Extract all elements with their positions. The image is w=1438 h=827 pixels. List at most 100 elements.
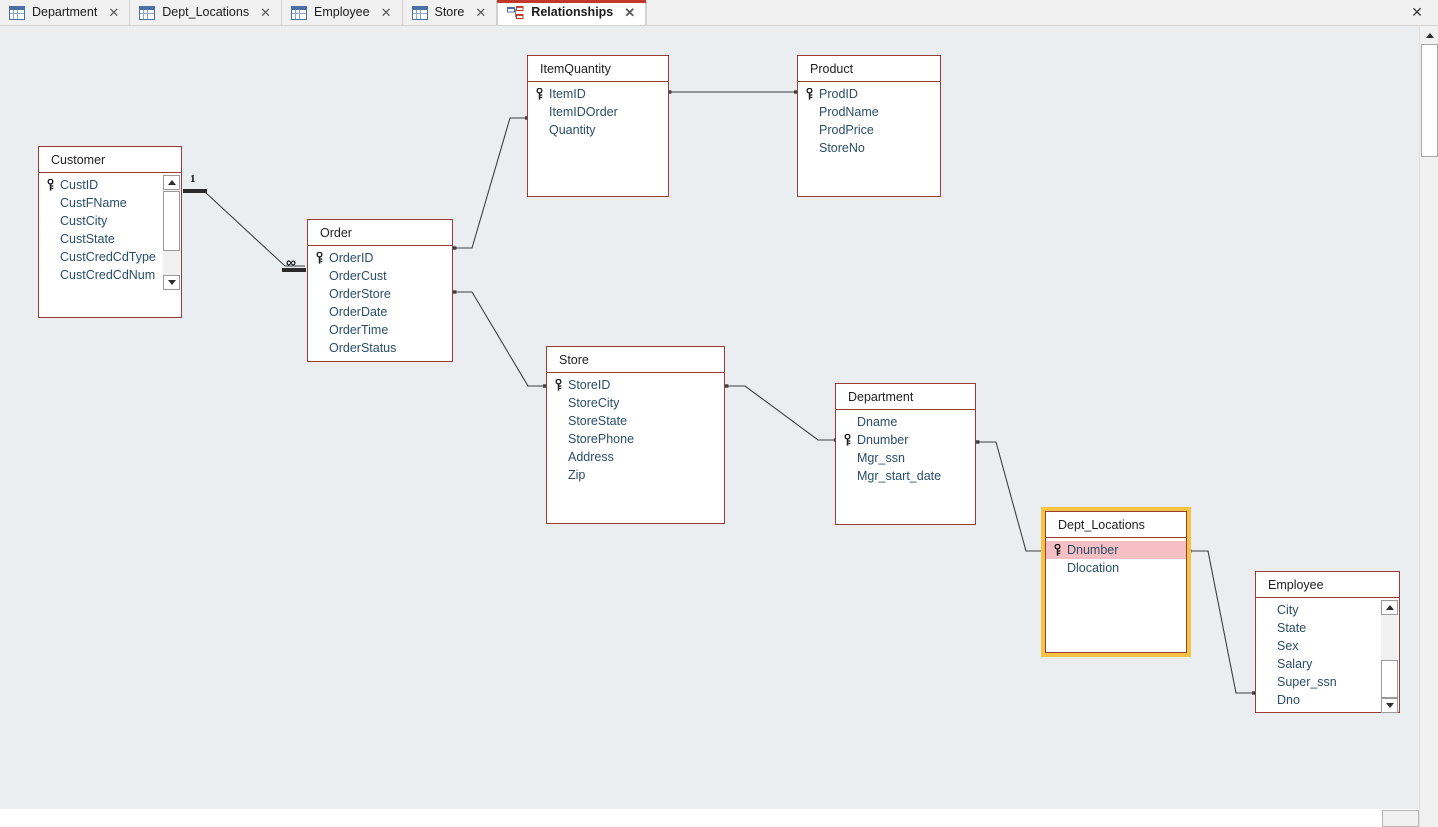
datasheet-icon — [139, 5, 156, 20]
field-row[interactable]: CustCredCdType — [39, 248, 181, 266]
tab-label: Store — [434, 5, 465, 20]
field-row[interactable]: Address — [547, 448, 724, 466]
field-row[interactable]: Dno — [1256, 691, 1399, 709]
relationships-canvas[interactable]: 1 ∞ Customer CustID CustFName CustCity C… — [0, 26, 1419, 809]
tab-close-icon[interactable]: ✕ — [622, 5, 637, 21]
tab-label: Department — [32, 5, 98, 20]
field-row[interactable]: OrderTime — [308, 321, 452, 339]
field-row[interactable]: CustCredCdNum — [39, 266, 181, 284]
field-label: OrderTime — [329, 323, 389, 337]
table-title: Product — [798, 56, 940, 82]
field-label: City — [1277, 603, 1299, 617]
field-row[interactable]: CustID — [39, 176, 181, 194]
field-row[interactable]: StoreState — [547, 412, 724, 430]
field-list: ProdID ProdName ProdPrice StoreNo — [798, 82, 940, 157]
field-row[interactable]: OrderCust — [308, 267, 452, 285]
field-row[interactable]: Quantity — [528, 121, 668, 139]
table-box-store[interactable]: Store StoreID StoreCity StoreState Store… — [546, 346, 725, 524]
field-row[interactable]: CustFName — [39, 194, 181, 212]
table-box-itemquantity[interactable]: ItemQuantity ItemID ItemIDOrder Quantity — [527, 55, 669, 197]
scroll-thumb[interactable] — [163, 191, 180, 251]
field-row[interactable]: State — [1256, 619, 1399, 637]
tab-label: Employee — [314, 5, 370, 20]
scroll-up-button[interactable] — [163, 175, 180, 190]
field-label: Salary — [1277, 657, 1313, 671]
field-row[interactable]: Salary — [1256, 655, 1399, 673]
field-label: Dname — [857, 415, 898, 429]
field-row[interactable]: Dlocation — [1046, 559, 1186, 577]
tab-relationships[interactable]: Relationships ✕ — [497, 0, 647, 25]
datasheet-icon — [291, 5, 307, 20]
table-box-department[interactable]: Department Dname Dnumber Mgr_ssn Mgr_sta… — [835, 383, 976, 525]
scroll-up-button[interactable] — [1381, 600, 1398, 615]
field-row[interactable]: ProdPrice — [798, 121, 940, 139]
scroll-up-button[interactable] — [1421, 27, 1438, 44]
field-row[interactable]: OrderID — [308, 249, 452, 267]
table-title: Store — [547, 347, 724, 373]
tab-close-icon[interactable]: ✕ — [258, 5, 273, 21]
scroll-down-button[interactable] — [163, 275, 180, 290]
field-list: Dname Dnumber Mgr_ssn Mgr_start_date — [836, 410, 975, 485]
field-row[interactable]: StoreNo — [798, 139, 940, 157]
arrow-up-icon — [167, 180, 176, 185]
field-row[interactable]: ProdName — [798, 103, 940, 121]
cardinality-many-label: ∞ — [286, 254, 296, 270]
field-row[interactable]: OrderStatus — [308, 339, 452, 357]
field-list: ItemID ItemIDOrder Quantity — [528, 82, 668, 139]
field-label: StorePhone — [568, 432, 635, 446]
field-list: OrderID OrderCust OrderStore OrderDate O… — [308, 246, 452, 357]
canvas-horizontal-scrollbar[interactable] — [1382, 810, 1419, 827]
field-row[interactable]: Zip — [547, 466, 724, 484]
table-box-dept-locations[interactable]: Dept_Locations Dnumber Dlocation — [1041, 507, 1191, 657]
table-box-employee[interactable]: Employee City State Sex Salary Super_ssn… — [1255, 571, 1400, 713]
tab-label: Dept_Locations — [162, 5, 250, 20]
field-row[interactable]: Mgr_start_date — [836, 467, 975, 485]
field-row[interactable]: Mgr_ssn — [836, 449, 975, 467]
field-row[interactable]: OrderDate — [308, 303, 452, 321]
arrow-up-icon — [1425, 33, 1434, 38]
field-row[interactable]: StoreCity — [547, 394, 724, 412]
scroll-thumb[interactable] — [1381, 660, 1398, 698]
field-row[interactable]: Super_ssn — [1256, 673, 1399, 691]
table-box-product[interactable]: Product ProdID ProdName ProdPrice StoreN… — [797, 55, 941, 197]
field-row[interactable]: Sex — [1256, 637, 1399, 655]
field-label: OrderStore — [329, 287, 391, 301]
canvas-vertical-scrollbar[interactable] — [1419, 26, 1438, 809]
tab-close-icon[interactable]: ✕ — [106, 5, 121, 21]
tab-employee[interactable]: Employee ✕ — [282, 0, 403, 25]
field-label: StoreCity — [568, 396, 620, 410]
field-row[interactable]: ItemID — [528, 85, 668, 103]
field-row[interactable]: StoreID — [547, 376, 724, 394]
field-row[interactable]: CustState — [39, 230, 181, 248]
tab-store[interactable]: Store ✕ — [402, 0, 498, 25]
primary-key-icon — [554, 378, 563, 391]
field-label: OrderCust — [329, 269, 387, 283]
field-row[interactable]: ItemIDOrder — [528, 103, 668, 121]
field-label: CustCity — [60, 214, 108, 228]
field-row[interactable]: StorePhone — [547, 430, 724, 448]
field-row[interactable]: City — [1256, 601, 1399, 619]
table-box-customer[interactable]: Customer CustID CustFName CustCity CustS… — [38, 146, 182, 318]
arrow-up-icon — [1385, 605, 1394, 610]
primary-key-icon — [843, 433, 852, 446]
table-vertical-scrollbar[interactable] — [163, 175, 180, 290]
field-label: ItemIDOrder — [549, 105, 618, 119]
field-row-selected[interactable]: Dnumber — [1046, 541, 1186, 559]
tab-dept-locations[interactable]: Dept_Locations ✕ — [130, 0, 282, 25]
tab-close-icon[interactable]: ✕ — [379, 5, 394, 21]
tab-close-icon[interactable]: ✕ — [473, 5, 488, 21]
close-window-button[interactable]: ✕ — [1396, 0, 1438, 25]
field-row[interactable]: Dname — [836, 413, 975, 431]
table-vertical-scrollbar[interactable] — [1381, 600, 1398, 713]
field-row[interactable]: ProdID — [798, 85, 940, 103]
arrow-down-icon — [1385, 703, 1394, 708]
bottom-bar — [0, 809, 1438, 827]
field-row[interactable]: CustCity — [39, 212, 181, 230]
field-label: StoreState — [568, 414, 628, 428]
scroll-down-button[interactable] — [1381, 698, 1398, 713]
tab-department[interactable]: Department ✕ — [0, 0, 131, 25]
field-row[interactable]: Dnumber — [836, 431, 975, 449]
field-row[interactable]: OrderStore — [308, 285, 452, 303]
scroll-thumb[interactable] — [1421, 44, 1438, 157]
table-box-order[interactable]: Order OrderID OrderCust OrderStore Order… — [307, 219, 453, 362]
